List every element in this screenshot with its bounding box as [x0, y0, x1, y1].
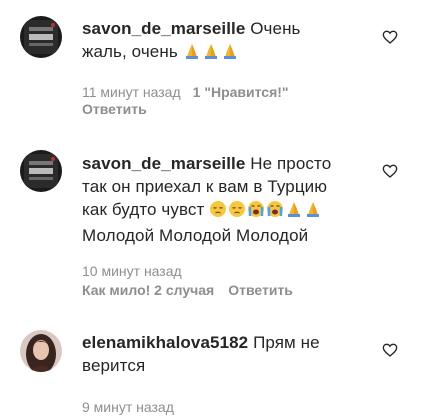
- praying-hands-icon: [285, 200, 303, 224]
- user-photo-avatar-image: [20, 330, 62, 372]
- avatar[interactable]: [20, 16, 62, 58]
- comment-meta: 10 минут назад: [82, 262, 182, 280]
- reply-button[interactable]: Ответить: [228, 282, 293, 298]
- avatar[interactable]: [20, 150, 62, 192]
- comment-username[interactable]: elenamikhalova5182: [82, 333, 248, 352]
- avatar[interactable]: [20, 330, 62, 372]
- comment-actions: Как мило! 2 случая Ответить: [82, 282, 293, 298]
- reply-button[interactable]: Ответить: [82, 101, 147, 117]
- comment-likes-link[interactable]: 1 "Нравится!": [193, 84, 289, 100]
- like-heart-icon[interactable]: [382, 163, 398, 179]
- comment-text-part: Не просто: [245, 154, 332, 173]
- comment-text-part: Прям не: [248, 333, 320, 352]
- praying-hands-icon: [202, 42, 220, 66]
- praying-hands-icon: [221, 42, 239, 66]
- like-heart-icon[interactable]: [382, 342, 398, 358]
- praying-hands-icon: [183, 42, 201, 66]
- comment-text: elenamikhalova5182 Прям не верится: [82, 331, 382, 377]
- pensive-face-icon: [209, 200, 227, 224]
- comment-username[interactable]: savon_de_marseille: [82, 19, 245, 38]
- comment-text-part: Молодой Молодой Молодой: [82, 226, 309, 245]
- comment-text-part: как будто чувст: [82, 200, 205, 219]
- comment-text-part: верится: [82, 356, 146, 375]
- pensive-face-icon: [228, 200, 246, 224]
- loudly-crying-face-icon: [247, 200, 265, 224]
- comment-timestamp: 9 минут назад: [82, 399, 174, 415]
- comment-text-part: жаль, очень: [82, 42, 178, 61]
- comment-meta: 11 минут назад 1 "Нравится!": [82, 83, 289, 101]
- soap-brand-avatar-image: [20, 16, 62, 58]
- comment-timestamp: 11 минут назад: [82, 84, 181, 100]
- like-heart-icon[interactable]: [382, 29, 398, 45]
- comment-username[interactable]: savon_de_marseille: [82, 154, 245, 173]
- soap-brand-avatar-image: [20, 150, 62, 192]
- praying-hands-icon: [304, 200, 322, 224]
- comment-text: savon_de_marseille Очень жаль, очень: [82, 17, 382, 66]
- loudly-crying-face-icon: [266, 200, 284, 224]
- comment-text-part: так он приехал к вам в Турцию: [82, 177, 328, 196]
- comment-text: savon_de_marseille Не просто так он прие…: [82, 152, 382, 247]
- comment-timestamp: 10 минут назад: [82, 263, 182, 279]
- comment-meta: 9 минут назад: [82, 398, 174, 416]
- reaction-link[interactable]: Как мило! 2 случая: [82, 282, 214, 298]
- comment-text-part: Очень: [245, 19, 301, 38]
